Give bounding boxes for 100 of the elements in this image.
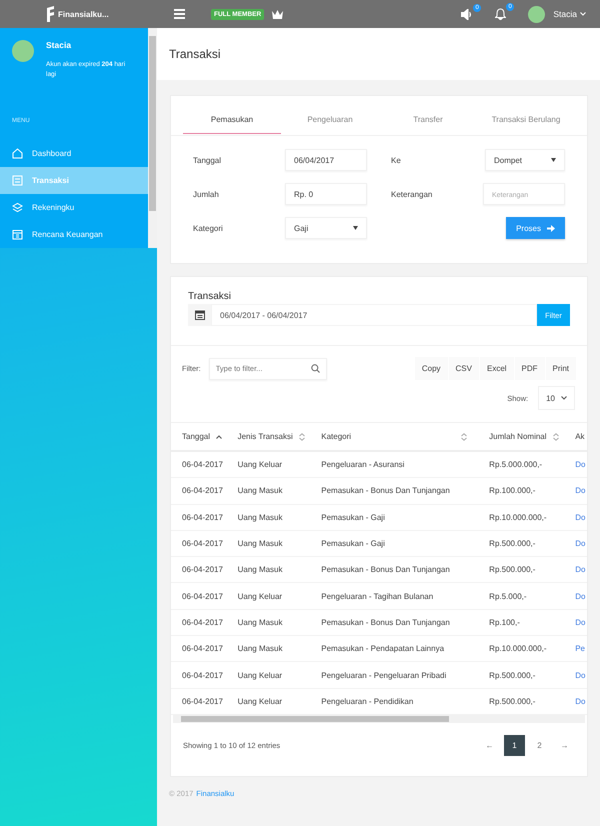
action-link[interactable]: Do (564, 504, 587, 530)
page-button[interactable]: → (554, 734, 575, 756)
crown-icon (272, 10, 284, 18)
action-link[interactable]: Do (564, 556, 587, 583)
action-link[interactable]: Do (564, 451, 587, 478)
bell-icon[interactable] (495, 8, 506, 20)
sidebar-item[interactable]: Rencana Keuangan (0, 221, 148, 248)
table-cell: Uang Masuk (226, 556, 310, 583)
sidebar-item[interactable]: Dashboard (0, 140, 148, 167)
table-cell: 06-04-2017 (171, 662, 227, 688)
table-cell: Uang Keluar (226, 688, 310, 714)
export-button[interactable]: PDF (514, 357, 545, 380)
input-field[interactable]: 06/04/2017 (285, 149, 367, 171)
table-cell: Uang Masuk (226, 609, 310, 636)
section-title: Transaksi (188, 291, 232, 302)
tab[interactable]: Transfer (379, 108, 477, 134)
submit-button[interactable]: Proses (506, 217, 565, 239)
caret-down-icon (551, 158, 556, 162)
table-cell: Pemasukan - Bonus Dan Tunjangan (310, 478, 478, 504)
table-cell: Pengeluaran - Tagihan Bulanan (310, 582, 478, 610)
field-label: Tanggal (193, 156, 222, 164)
page-size-select[interactable]: 10 (538, 386, 575, 410)
layers-icon (12, 202, 23, 213)
action-link[interactable]: Do (564, 530, 587, 557)
table-cell: Rp.500.000,- (478, 662, 564, 688)
action-link[interactable]: Do (564, 688, 587, 714)
table-cell: 06-04-2017 (171, 504, 227, 530)
input-field[interactable]: Rp. 0 (285, 183, 367, 205)
page-button[interactable]: 2 (529, 734, 550, 756)
profile-name[interactable]: Stacia (46, 40, 126, 50)
export-button[interactable]: Copy (414, 357, 448, 380)
action-link[interactable]: Do (564, 609, 587, 636)
chevron-down-icon (580, 12, 586, 16)
column-header[interactable]: Ak (564, 422, 587, 451)
table-cell: 06-04-2017 (171, 582, 227, 610)
select-field[interactable]: Gaji (285, 217, 367, 239)
table-cell: Pemasukan - Bonus Dan Tunjangan (310, 556, 478, 583)
table-cell: Uang Masuk (226, 636, 310, 662)
avatar (12, 40, 34, 62)
table-cell: Uang Keluar (226, 582, 310, 610)
page-button[interactable]: ← (479, 734, 500, 756)
table-cell: Pemasukan - Gaji (310, 530, 478, 557)
date-range-field[interactable]: 06/04/2017 - 06/04/2017 (211, 304, 537, 326)
sidebar-item[interactable]: Rekeningku (0, 194, 148, 221)
table-cell: 06-04-2017 (171, 636, 227, 662)
table-cell: 06-04-2017 (171, 688, 227, 714)
table-cell: Uang Keluar (226, 451, 310, 478)
action-link[interactable]: Do (564, 662, 587, 688)
action-link[interactable]: Pe (564, 636, 587, 662)
table-cell: Pemasukan - Pendapatan Lainnya (310, 636, 478, 662)
logo-icon (46, 6, 55, 22)
table-cell: Pengeluaran - Asuransi (310, 451, 478, 478)
column-header[interactable]: Tanggal (171, 422, 227, 451)
table-cell: Rp.100,- (478, 609, 564, 636)
calendar-icon (194, 310, 204, 320)
export-button[interactable]: Print (544, 357, 576, 380)
table-cell: Rp.100.000,- (478, 478, 564, 504)
menu-icon[interactable] (174, 9, 185, 19)
table-cell: 06-04-2017 (171, 556, 227, 583)
caret-down-icon (353, 226, 358, 230)
table-cell: 06-04-2017 (171, 609, 227, 636)
table-cell: 06-04-2017 (171, 478, 227, 504)
table-cell: Rp.10.000.000,- (478, 504, 564, 530)
tab[interactable]: Pemasukan (183, 108, 281, 134)
column-header[interactable]: Jumlah Nominal (478, 422, 564, 451)
table-cell: Pengeluaran - Pendidikan (310, 688, 478, 714)
table-cell: 06-04-2017 (171, 451, 227, 478)
table-cell: Rp.5.000.000,- (478, 451, 564, 478)
field-label: Ke (391, 156, 401, 164)
logo-text: Finansialku... (58, 10, 109, 18)
table-cell: Uang Masuk (226, 530, 310, 557)
field-label: Keterangan (391, 190, 432, 198)
page-title: Transaksi (169, 47, 221, 61)
action-link[interactable]: Do (564, 582, 587, 610)
chevron-down-icon (561, 396, 567, 400)
export-button[interactable]: Excel (478, 357, 514, 380)
tab[interactable]: Pengeluaran (281, 108, 379, 134)
house-icon (12, 148, 23, 159)
field-label: Jumlah (193, 190, 219, 198)
scrollbar-thumb[interactable] (149, 36, 156, 211)
table-cell: Pemasukan - Bonus Dan Tunjangan (310, 609, 478, 636)
table-cell: Uang Masuk (226, 504, 310, 530)
list-icon (12, 175, 23, 186)
column-header[interactable]: Kategori (310, 422, 478, 451)
field-label: Kategori (193, 224, 223, 232)
action-link[interactable]: Do (564, 478, 587, 504)
table-cell: Uang Keluar (226, 662, 310, 688)
export-button[interactable]: CSV (448, 357, 479, 380)
user-menu[interactable]: Stacia (553, 9, 586, 19)
select-field[interactable]: Dompet (485, 149, 565, 171)
arrow-right-icon (547, 224, 555, 232)
table-cell: Rp.10.000.000,- (478, 636, 564, 662)
table-cell: Rp.500.000,- (478, 530, 564, 557)
page-button[interactable]: 1 (504, 734, 525, 756)
search-icon (310, 364, 320, 373)
speaker-icon[interactable] (461, 8, 474, 20)
avatar[interactable] (528, 6, 546, 22)
table-cell: Rp.500.000,- (478, 688, 564, 714)
column-header[interactable]: Jenis Transaksi (226, 422, 310, 451)
tab[interactable]: Transaksi Berulang (477, 108, 575, 134)
